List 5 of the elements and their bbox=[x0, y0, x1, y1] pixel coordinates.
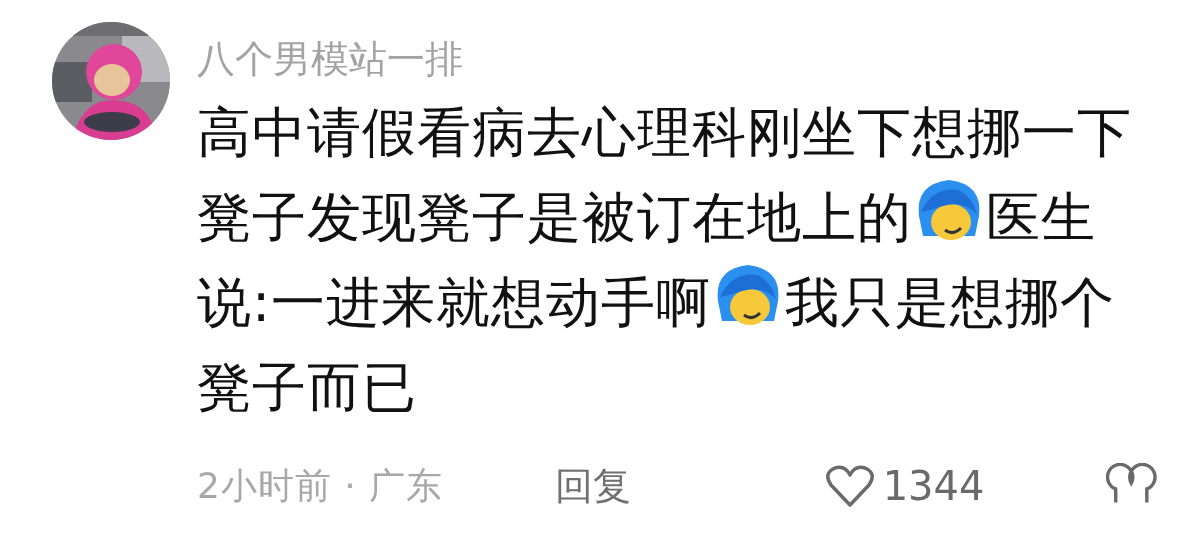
comment-text: 高中请假看病去心理科刚坐下想挪一下凳子发现凳子是被订在地上的 医生说:一进来就想动手啊 我只是想挪个凳子而已 bbox=[197, 100, 1133, 421]
time-location: 2小时前 · 广东 bbox=[197, 463, 445, 508]
reply-button[interactable]: 回复 bbox=[554, 460, 631, 512]
user-name[interactable]: 八个男模站一排 bbox=[197, 40, 463, 78]
like-button[interactable]: 1344 bbox=[824, 463, 985, 509]
